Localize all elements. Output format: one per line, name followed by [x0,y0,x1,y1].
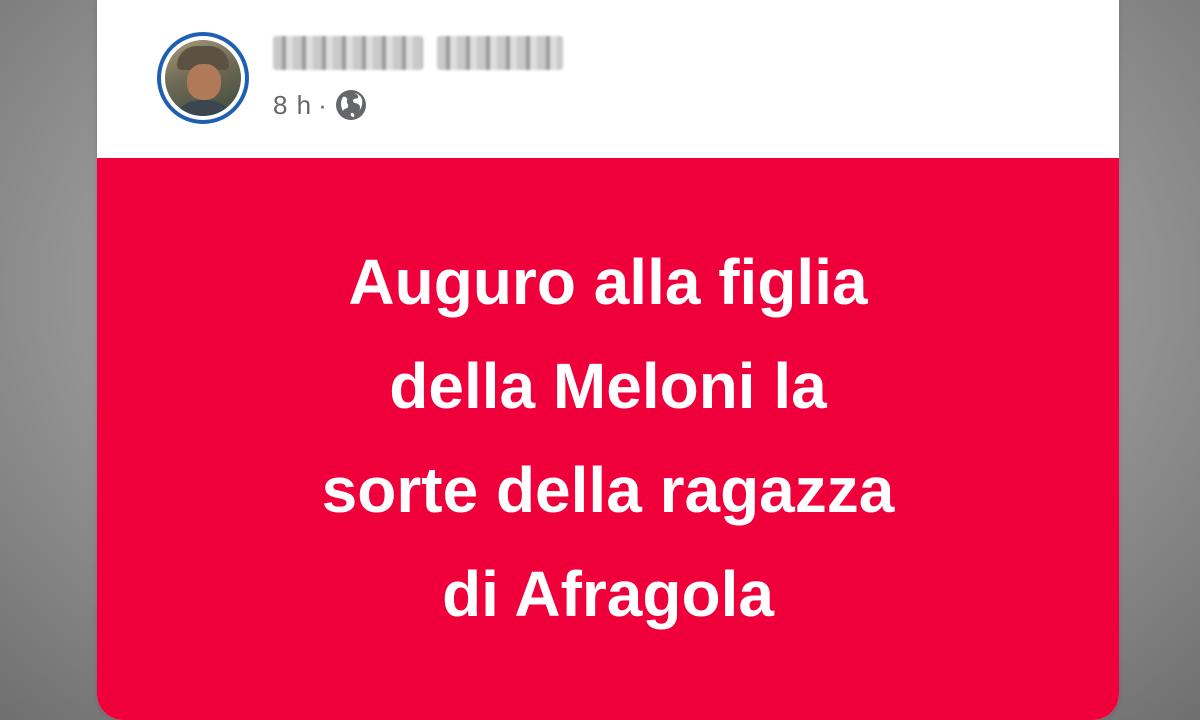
post-card: 8 h · Auguro alla figlia della Meloni la… [97,0,1119,720]
post-meta: 8 h · [273,88,368,122]
author-name-blurred[interactable] [273,36,563,70]
post-text-line: Auguro alla figlia [348,246,868,318]
globe-icon[interactable] [334,88,368,122]
post-text-line: di Afragola [442,558,774,630]
post-header: 8 h · [97,0,1119,158]
post-text-line: della Meloni la [389,350,827,422]
post-text: Auguro alla figlia della Meloni la sorte… [322,230,895,646]
post-text-background: Auguro alla figlia della Meloni la sorte… [97,158,1119,720]
blurred-last-name [437,36,563,70]
blurred-first-name [273,36,423,70]
post-timestamp[interactable]: 8 h [273,90,312,121]
meta-separator: · [318,89,328,120]
avatar-photo [165,40,241,116]
post-text-line: sorte della ragazza [321,454,895,526]
avatar[interactable] [157,32,249,124]
